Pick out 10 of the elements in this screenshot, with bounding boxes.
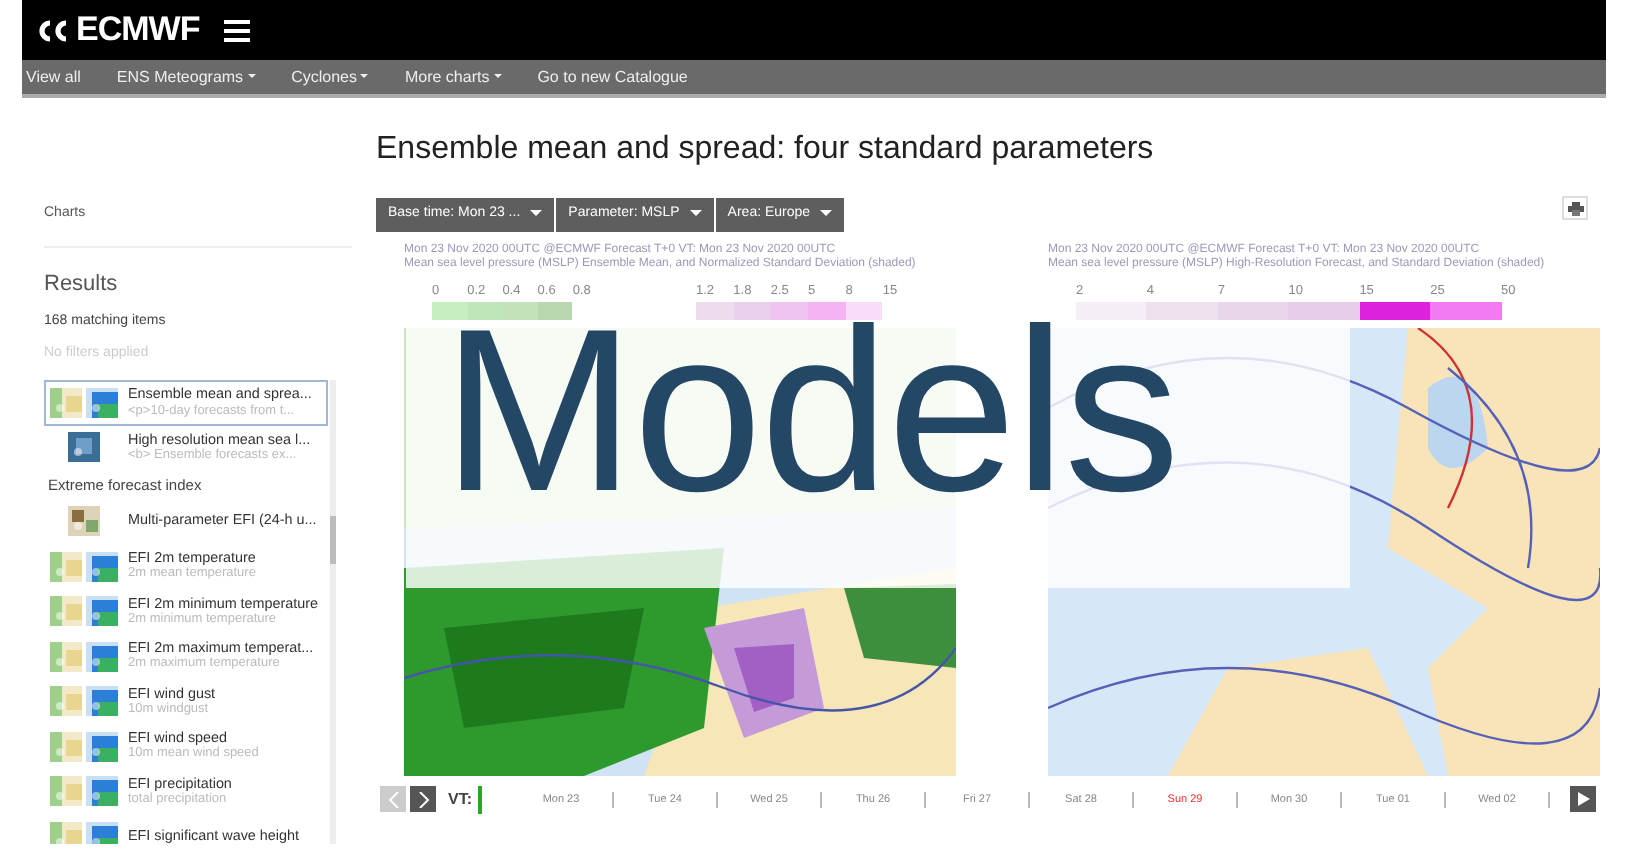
logo-text[interactable]: ECMWF	[76, 4, 200, 56]
overlay-title: Models	[442, 318, 1178, 504]
nav-link[interactable]: ENS Meteograms	[116, 65, 274, 89]
page-title: Ensemble mean and spread: four standard parameters	[376, 130, 1156, 170]
nav-link[interactable]: View all	[26, 65, 99, 89]
results-heading: Results	[44, 269, 120, 299]
nav-link[interactable]: Cyclones	[291, 65, 387, 89]
nav-link[interactable]: Go to new Catalogue	[537, 65, 706, 89]
nav-link[interactable]: More charts	[404, 65, 520, 89]
time-label: VT:	[448, 787, 472, 812]
